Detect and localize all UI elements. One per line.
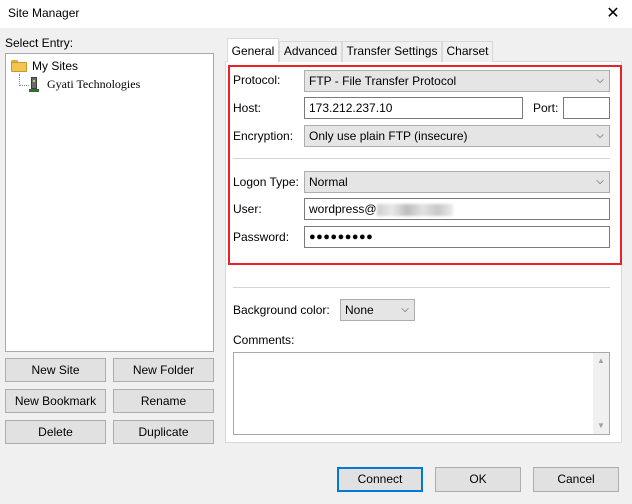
new-bookmark-button[interactable]: New Bookmark: [5, 389, 106, 413]
rename-button[interactable]: Rename: [113, 389, 214, 413]
ok-button[interactable]: OK: [435, 467, 521, 492]
folder-icon: [11, 60, 27, 72]
connect-button[interactable]: Connect: [337, 467, 423, 492]
close-icon[interactable]: ✕: [602, 3, 624, 25]
new-site-button[interactable]: New Site: [5, 358, 106, 382]
duplicate-button[interactable]: Duplicate: [113, 420, 214, 444]
highlight-box: [228, 65, 622, 265]
tab-transfer-settings[interactable]: Transfer Settings: [342, 41, 442, 62]
tab-charset[interactable]: Charset: [442, 41, 493, 62]
new-folder-button[interactable]: New Folder: [113, 358, 214, 382]
divider: [233, 287, 610, 288]
tab-general[interactable]: General: [227, 38, 279, 62]
background-color-label: Background color:: [233, 303, 330, 317]
cancel-button[interactable]: Cancel: [533, 467, 619, 492]
title-bar: [0, 0, 632, 28]
background-color-select[interactable]: None ⌵: [340, 299, 415, 321]
background-color-value: None: [345, 303, 374, 317]
scroll-up-icon[interactable]: ▲: [593, 353, 609, 369]
comments-scrollbar[interactable]: ▲ ▼: [593, 353, 609, 434]
tab-advanced[interactable]: Advanced: [279, 41, 342, 62]
tree-item-gyati-technologies[interactable]: Gyati Technologies: [47, 77, 140, 92]
delete-button[interactable]: Delete: [5, 420, 106, 444]
comments-textarea[interactable]: ▲ ▼: [233, 352, 610, 435]
tree-item-my-sites[interactable]: My Sites: [32, 59, 78, 73]
select-entry-label: Select Entry:: [5, 36, 74, 50]
site-tree[interactable]: My Sites Gyati Technologies: [5, 53, 214, 352]
scroll-down-icon[interactable]: ▼: [593, 418, 609, 434]
server-icon: [29, 77, 39, 92]
window-title: Site Manager: [8, 6, 80, 20]
chevron-down-icon: ⌵: [401, 304, 409, 315]
comments-label: Comments:: [233, 333, 295, 347]
